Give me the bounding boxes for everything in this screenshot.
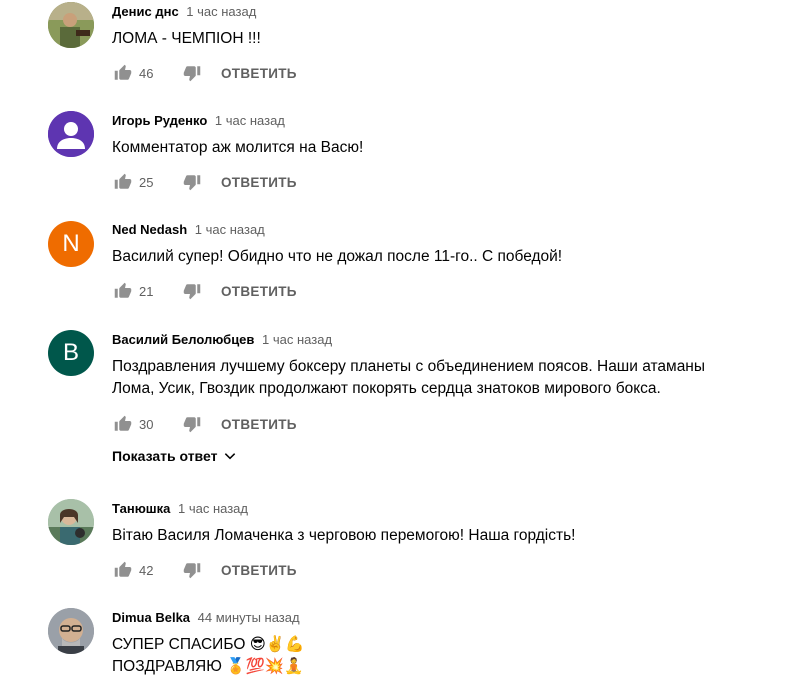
- author-name[interactable]: Dimua Belka: [112, 610, 190, 625]
- comment-header: Ned Nedash 1 час назад: [112, 222, 265, 237]
- comment-header: Денис днс 1 час назад: [112, 4, 256, 19]
- reply-button[interactable]: ОТВЕТИТЬ: [221, 563, 297, 578]
- like-count: 21: [139, 283, 154, 299]
- comment-time[interactable]: 1 час назад: [262, 332, 332, 347]
- comment-actions: 30 ОТВЕТИТЬ: [112, 412, 297, 436]
- like-count: 25: [139, 174, 154, 190]
- comment-actions: 25 ОТВЕТИТЬ: [112, 170, 297, 194]
- thumbs-up-icon: [114, 561, 132, 577]
- reply-button[interactable]: ОТВЕТИТЬ: [221, 417, 297, 432]
- avatar-photo-icon: [48, 2, 94, 48]
- avatar[interactable]: [48, 2, 94, 48]
- reply-button[interactable]: ОТВЕТИТЬ: [221, 66, 297, 81]
- comment-time[interactable]: 44 минуты назад: [198, 610, 300, 625]
- comment-actions: 21 ОТВЕТИТЬ: [112, 279, 297, 303]
- reply-button[interactable]: ОТВЕТИТЬ: [221, 175, 297, 190]
- comment-time[interactable]: 1 час назад: [215, 113, 285, 128]
- comment-header: Dimua Belka 44 минуты назад: [112, 610, 300, 625]
- avatar-letter: B: [62, 339, 79, 366]
- comment-time[interactable]: 1 час назад: [195, 222, 265, 237]
- thumbs-up-icon: [114, 415, 132, 431]
- dislike-button[interactable]: [181, 280, 203, 302]
- avatar[interactable]: [48, 608, 94, 654]
- author-name[interactable]: Ned Nedash: [112, 222, 187, 237]
- dislike-button[interactable]: [181, 559, 203, 581]
- author-name[interactable]: Игорь Руденко: [112, 113, 207, 128]
- show-replies-button[interactable]: Показать ответ: [112, 448, 237, 464]
- comment-header: Танюшка 1 час назад: [112, 501, 248, 516]
- thumbs-down-icon: [183, 66, 201, 82]
- comment-header: Игорь Руденко 1 час назад: [112, 113, 285, 128]
- thumbs-up-icon: [114, 282, 132, 298]
- avatar[interactable]: N: [48, 221, 94, 267]
- comment-text: Поздравления лучшему боксеру планеты с о…: [112, 358, 706, 397]
- thumbs-down-icon: [183, 284, 201, 300]
- dislike-button[interactable]: [181, 171, 203, 193]
- thumbs-down-icon: [183, 417, 201, 433]
- comment-text: СУПЕР СПАСИБО 😎✌️💪 ПОЗДРАВЛЯЮ 🏅💯💥🧘: [112, 636, 305, 675]
- avatar-photo-icon: [48, 608, 94, 654]
- thumbs-up-icon: [114, 64, 132, 80]
- show-replies-label: Показать ответ: [112, 448, 218, 464]
- comment-actions: 46 ОТВЕТИТЬ: [112, 61, 297, 85]
- avatar-photo-icon: [48, 499, 94, 545]
- avatar-letter: N: [62, 230, 80, 257]
- like-button[interactable]: [112, 559, 134, 581]
- avatar[interactable]: [48, 499, 94, 545]
- reply-button[interactable]: ОТВЕТИТЬ: [221, 284, 297, 299]
- comment-time[interactable]: 1 час назад: [186, 4, 256, 19]
- comment-actions: 42 ОТВЕТИТЬ: [112, 558, 297, 582]
- dislike-button[interactable]: [181, 62, 203, 84]
- comment-text: Комментатор аж молится на Васю!: [112, 139, 364, 156]
- like-button[interactable]: [112, 413, 134, 435]
- author-name[interactable]: Василий Белолюбцев: [112, 332, 254, 347]
- comment-header: Василий Белолюбцев 1 час назад: [112, 332, 332, 347]
- like-button[interactable]: [112, 62, 134, 84]
- like-count: 42: [139, 562, 154, 578]
- comment-text: Василий супер! Обидно что не дожал после…: [112, 248, 563, 265]
- default-person-icon: [48, 111, 94, 157]
- chevron-down-icon: [225, 453, 236, 460]
- like-button[interactable]: [112, 280, 134, 302]
- author-name[interactable]: Танюшка: [112, 501, 170, 516]
- dislike-button[interactable]: [181, 413, 203, 435]
- like-button[interactable]: [112, 171, 134, 193]
- thumbs-down-icon: [183, 175, 201, 191]
- comment-text: ЛОМА - ЧЕМПІОН !!!: [112, 30, 261, 47]
- thumbs-down-icon: [183, 563, 201, 579]
- thumbs-up-icon: [114, 173, 132, 189]
- comment-text: Вітаю Василя Ломаченка з черговою перемо…: [112, 527, 576, 544]
- like-count: 30: [139, 416, 154, 432]
- like-count: 46: [139, 65, 154, 81]
- author-name[interactable]: Денис днс: [112, 4, 179, 19]
- avatar[interactable]: B: [48, 330, 94, 376]
- comment-time[interactable]: 1 час назад: [178, 501, 248, 516]
- avatar[interactable]: [48, 111, 94, 157]
